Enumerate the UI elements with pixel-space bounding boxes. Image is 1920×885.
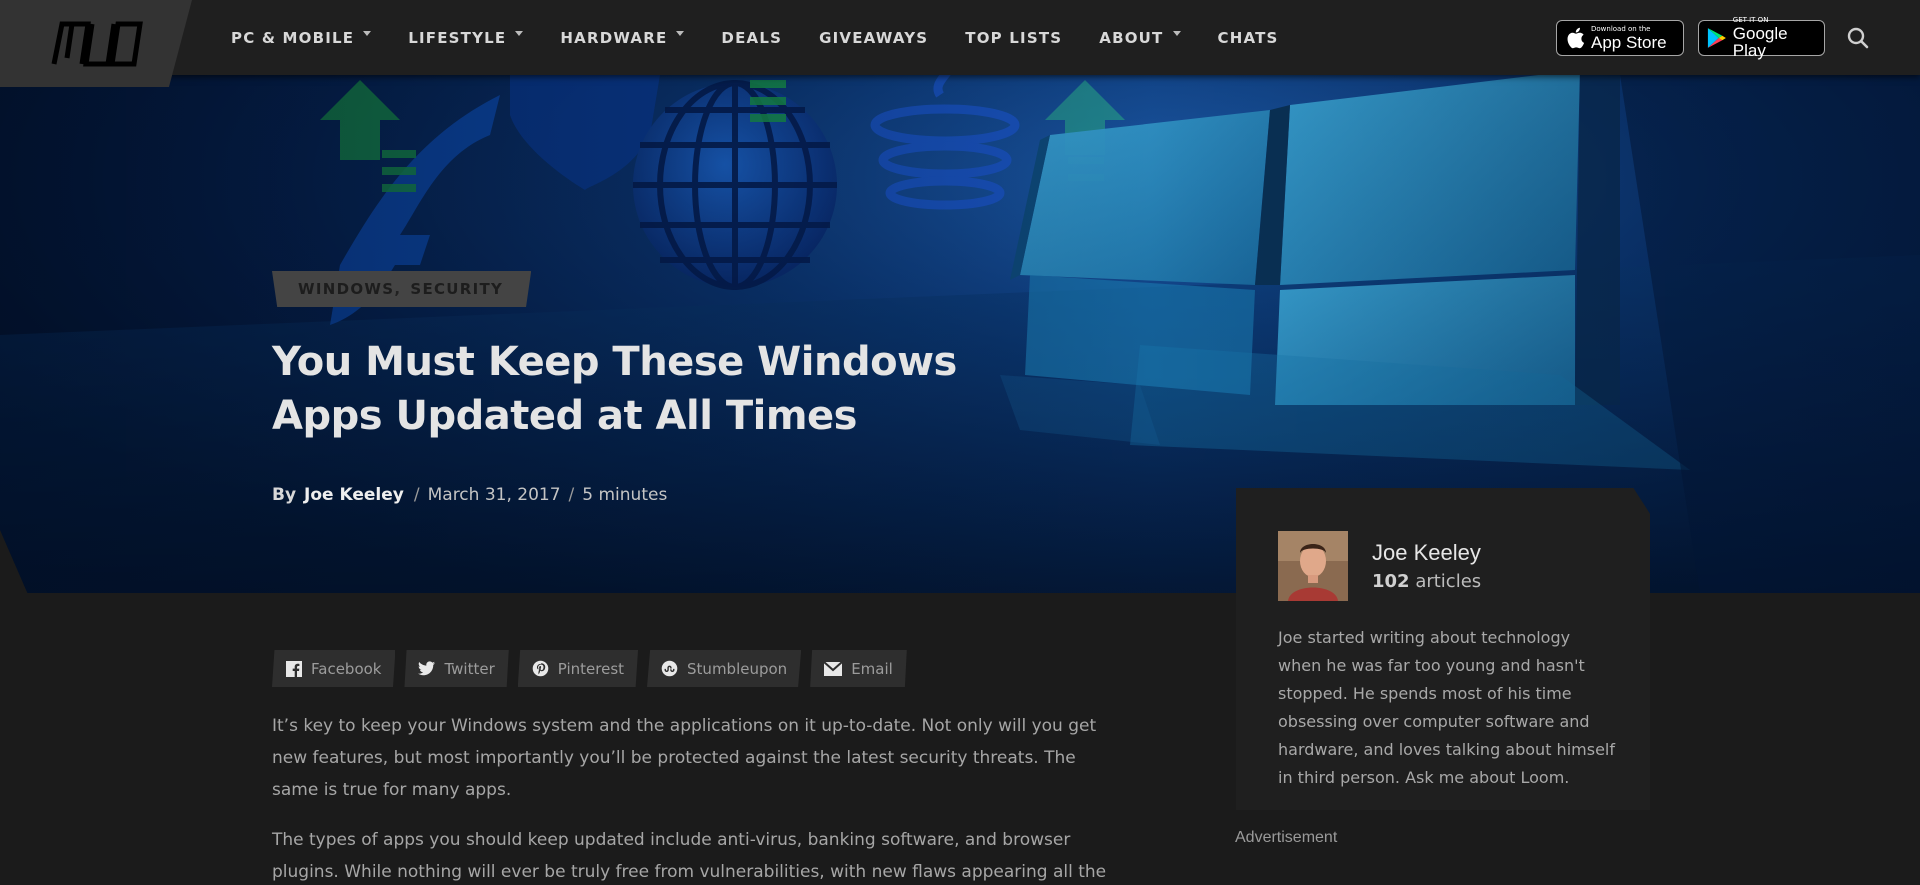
share-pinterest-button[interactable]: Pinterest — [517, 650, 639, 687]
author-photo — [1278, 531, 1348, 601]
search-icon[interactable] — [1846, 26, 1870, 50]
nav-item-label: CHATS — [1217, 28, 1279, 47]
advertisement-label: Advertisement — [1235, 829, 1338, 846]
share-stumbleupon-button[interactable]: Stumbleupon — [647, 650, 802, 687]
body-paragraph: The types of apps you should keep update… — [272, 830, 1107, 882]
author-article-count: 102 articles — [1372, 571, 1481, 592]
byline-separator: / — [413, 485, 420, 505]
pinterest-icon — [532, 660, 549, 677]
author-card: Joe Keeley 102 articles Joe started writ… — [1236, 488, 1650, 810]
share-facebook-button[interactable]: Facebook — [272, 650, 396, 687]
google-play-icon — [1707, 28, 1726, 48]
nav-item-label: DEALS — [721, 28, 783, 47]
app-store-button[interactable]: Download on the App Store — [1556, 20, 1684, 56]
author-card-name[interactable]: Joe Keeley — [1372, 540, 1481, 566]
author-bio: Joe started writing about technology whe… — [1278, 628, 1615, 787]
facebook-icon — [286, 660, 302, 677]
tag-windows[interactable]: WINDOWS — [298, 280, 394, 298]
chevron-down-icon — [363, 31, 372, 36]
nav-item-hardware[interactable]: HARDWARE — [560, 28, 685, 47]
nav-item-label: HARDWARE — [560, 28, 668, 47]
byline-by: By — [272, 485, 297, 505]
body-paragraph: It’s key to keep your Windows system and… — [272, 716, 1097, 800]
share-stumbleupon-label: Stumbleupon — [687, 659, 788, 678]
share-twitter-button[interactable]: Twitter — [404, 650, 509, 687]
stumbleupon-icon — [661, 660, 678, 677]
nav-item-pc-mobile[interactable]: PC & MOBILE — [231, 28, 372, 47]
publish-date: March 31, 2017 — [427, 485, 561, 505]
muo-logo — [51, 21, 143, 67]
author-link[interactable]: Joe Keeley — [304, 485, 404, 505]
nav-menu: PC & MOBILE LIFESTYLE HARDWARE DEALS GIV… — [231, 0, 1316, 75]
nav-item-giveaways[interactable]: GIVEAWAYS — [819, 29, 928, 47]
article-body: It’s key to keep your Windows system and… — [272, 710, 1122, 885]
nav-item-chats[interactable]: CHATS — [1218, 29, 1279, 47]
google-play-small-text: GET IT ON — [1732, 16, 1769, 24]
nav-item-deals[interactable]: DEALS — [721, 29, 782, 47]
article-title: You Must Keep These Windows Apps Updated… — [272, 339, 957, 439]
category-tags: WINDOWS , SECURITY — [272, 271, 532, 307]
share-pinterest-label: Pinterest — [557, 659, 625, 678]
chevron-down-icon — [515, 31, 524, 36]
share-email-label: Email — [851, 659, 893, 678]
byline-separator: / — [568, 485, 575, 505]
share-twitter-label: Twitter — [444, 659, 495, 678]
google-play-big-text: Google Play — [1732, 24, 1788, 60]
nav-item-about[interactable]: ABOUT — [1099, 28, 1181, 47]
read-time: 5 minutes — [582, 485, 668, 505]
nav-item-label: TOP LISTS — [965, 28, 1063, 47]
google-play-button[interactable]: GET IT ON Google Play — [1698, 16, 1825, 60]
share-facebook-label: Facebook — [311, 659, 382, 678]
share-email-button[interactable]: Email — [810, 650, 907, 687]
app-store-small-text: Download on the — [1591, 24, 1651, 33]
nav-item-label: ABOUT — [1099, 28, 1164, 47]
apple-icon — [1567, 27, 1585, 49]
nav-item-label: LIFESTYLE — [408, 28, 507, 47]
author-avatar[interactable] — [1278, 531, 1348, 601]
tag-separator: , — [394, 280, 402, 298]
share-bar: Facebook Twitter Pinterest Stumbleupon E… — [272, 650, 916, 687]
email-icon — [824, 661, 843, 676]
nav-item-lifestyle[interactable]: LIFESTYLE — [408, 28, 524, 47]
tag-security[interactable]: SECURITY — [410, 280, 503, 298]
nav-item-top-lists[interactable]: TOP LISTS — [965, 29, 1062, 47]
top-navigation: PC & MOBILE LIFESTYLE HARDWARE DEALS GIV… — [0, 0, 1920, 75]
article-byline: By Joe Keeley / March 31, 2017 / 5 minut… — [272, 485, 675, 505]
chevron-down-icon — [676, 31, 685, 36]
app-store-big-text: App Store — [1591, 32, 1667, 52]
nav-item-label: PC & MOBILE — [231, 28, 355, 47]
article-count-number: 102 — [1372, 571, 1410, 592]
logo-block[interactable] — [0, 0, 192, 87]
nav-item-label: GIVEAWAYS — [819, 28, 929, 47]
chevron-down-icon — [1172, 31, 1181, 36]
twitter-icon — [418, 661, 436, 676]
article-count-label: articles — [1415, 571, 1482, 592]
